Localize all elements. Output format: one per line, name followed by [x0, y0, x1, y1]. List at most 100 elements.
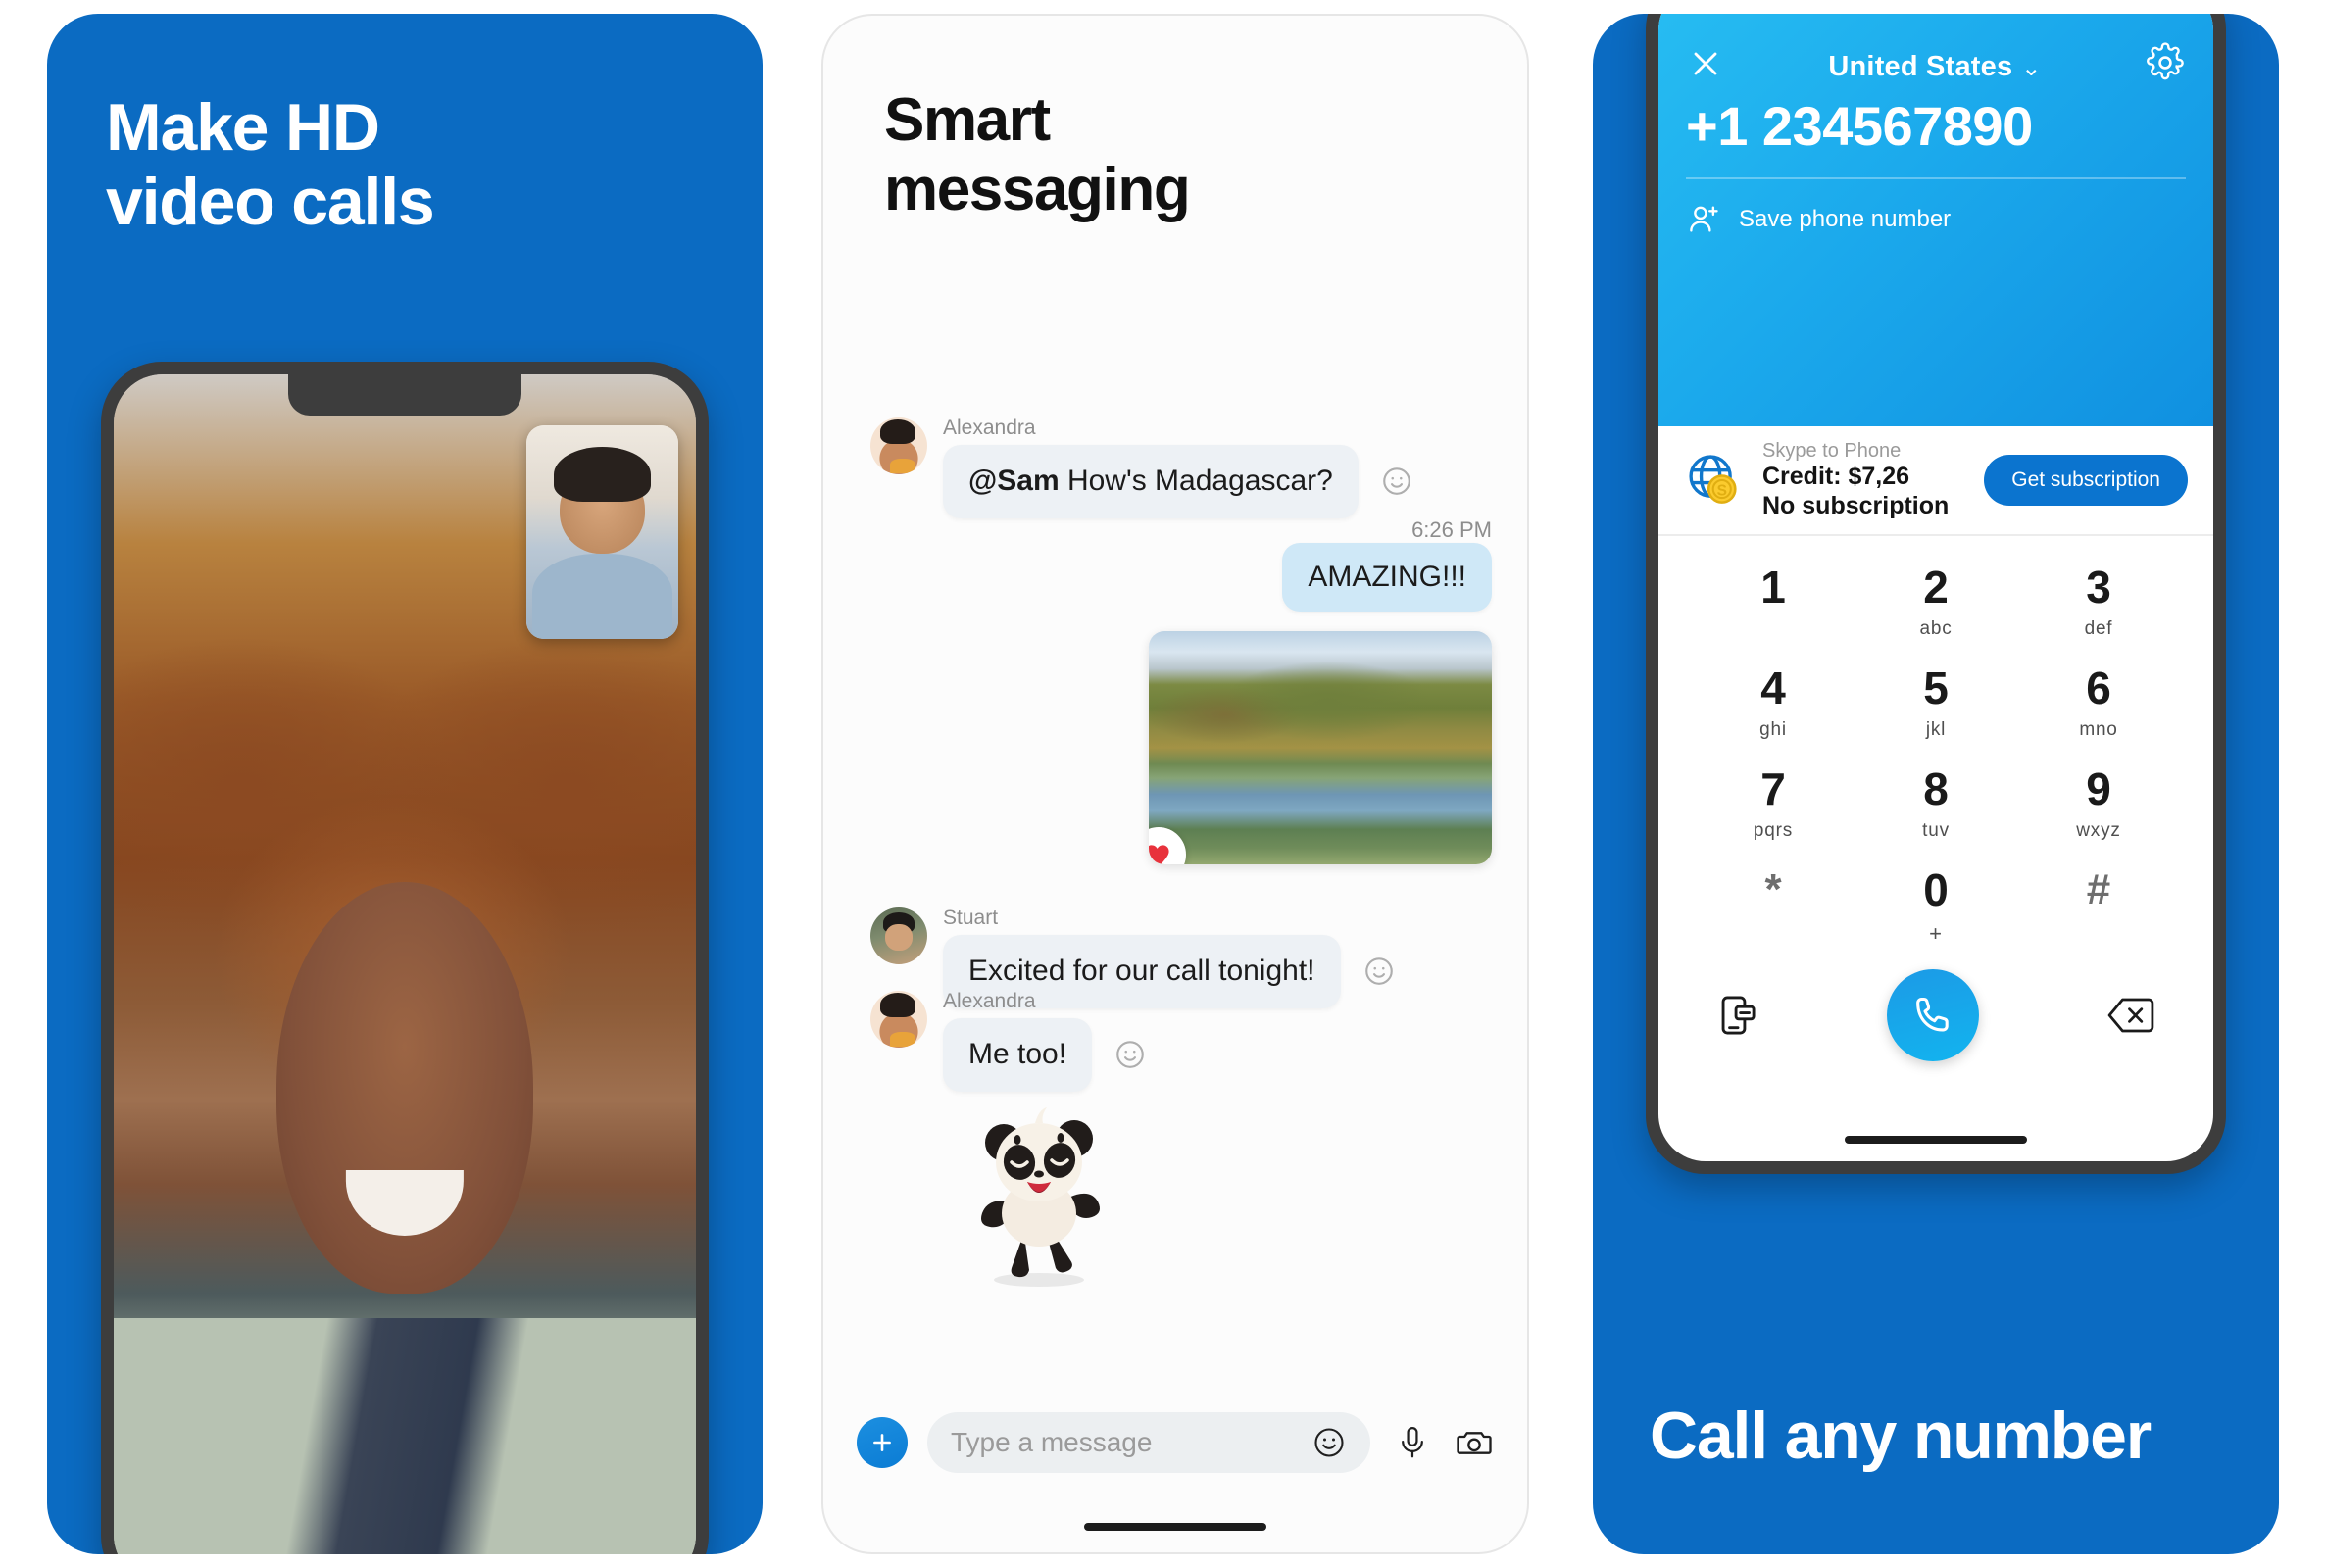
avatar[interactable]	[870, 417, 927, 474]
key-digit: 5	[1923, 662, 1949, 713]
message-bubble-outgoing[interactable]: AMAZING!!!	[1282, 543, 1492, 612]
self-hair-shape	[553, 446, 652, 503]
dialpad-key-9[interactable]: 9 wxyz	[2017, 752, 2180, 853]
smile-shape	[345, 1169, 465, 1237]
message-bubble[interactable]: @Sam How's Madagascar?	[943, 445, 1359, 518]
dialpad-key-2[interactable]: 2 abc	[1855, 550, 2017, 651]
message-input-placeholder: Type a message	[951, 1427, 1153, 1457]
message-bubble[interactable]: Me too!	[943, 1018, 1093, 1092]
key-digit: 0	[1923, 863, 1949, 915]
dancing-panda-sticker[interactable]	[941, 1094, 1137, 1290]
get-subscription-button[interactable]: Get subscription	[1984, 455, 2188, 506]
picture-in-picture-self-view[interactable]	[526, 425, 678, 639]
key-letters: wxyz	[2076, 819, 2121, 841]
microphone-icon[interactable]	[1394, 1424, 1431, 1461]
call-button[interactable]	[1887, 969, 1979, 1061]
key-letters: ghi	[1759, 718, 1787, 740]
dialpad-key-7[interactable]: 7 pqrs	[1692, 752, 1855, 853]
gear-icon[interactable]	[2145, 42, 2186, 83]
svg-text:S: S	[1717, 483, 1727, 500]
panel-video-calls: Make HD video calls	[47, 14, 763, 1554]
messaging-headline: Smart messaging	[884, 86, 1191, 223]
key-letters: abc	[1919, 617, 1953, 639]
phone-notch	[288, 374, 521, 416]
jacket-shape	[114, 1317, 696, 1554]
phone-number-display[interactable]: +1 234567890	[1686, 99, 2186, 179]
photo-thumbnail	[1149, 631, 1492, 864]
country-selector[interactable]: United States ⌄	[1725, 51, 2145, 83]
chevron-down-icon[interactable]: ⌄	[2021, 55, 2041, 81]
message-body: Alexandra Me too!	[943, 991, 1147, 1092]
globe-coin-icon: S	[1684, 450, 1745, 511]
dialpad-key-4[interactable]: 4 ghi	[1692, 651, 1855, 752]
key-letters: jkl	[1925, 718, 1947, 740]
dialpad: 1 2 abc 3 def 4 ghi 5 jkl 6 mno 7 pqrs 8…	[1658, 536, 2213, 954]
phone-screen-dialer: United States ⌄ +1 234567890 Save phone …	[1658, 14, 2213, 1161]
message-sender-name: Alexandra	[943, 990, 1036, 1012]
emoji-reaction-icon[interactable]	[1362, 955, 1396, 988]
camera-icon[interactable]	[1455, 1423, 1494, 1462]
emoji-icon[interactable]	[1311, 1425, 1347, 1460]
remote-participant-face	[276, 882, 533, 1294]
bubble-row: Me too!	[943, 1018, 1147, 1092]
dialpad-key-6[interactable]: 6 mno	[2017, 651, 2180, 752]
key-digit: #	[2086, 864, 2111, 913]
backspace-icon[interactable]	[2105, 994, 2156, 1037]
key-digit: 9	[2086, 762, 2111, 814]
emoji-reaction-icon[interactable]	[1380, 465, 1413, 498]
dialpad-key-5[interactable]: 5 jkl	[1855, 651, 2017, 752]
key-digit: 6	[2086, 662, 2111, 713]
country-label: United States	[1828, 51, 2013, 82]
message-timestamp: 6:26 PM	[1411, 517, 1492, 542]
save-phone-number-label: Save phone number	[1739, 206, 1952, 232]
phone-mockup-dialer: United States ⌄ +1 234567890 Save phone …	[1646, 14, 2226, 1174]
panel-call-any-number: United States ⌄ +1 234567890 Save phone …	[1593, 14, 2279, 1554]
self-shirt-shape	[532, 553, 672, 639]
key-letters: mno	[2079, 718, 2118, 740]
key-letters: def	[2084, 617, 2113, 639]
key-letters: pqrs	[1753, 819, 1794, 841]
add-contact-icon	[1686, 201, 1723, 238]
dialpad-key-star[interactable]: *	[1692, 853, 1855, 954]
save-phone-number-button[interactable]: Save phone number	[1686, 179, 2186, 238]
dialpad-key-8[interactable]: 8 tuv	[1855, 752, 2017, 853]
dialpad-key-0[interactable]: 0 +	[1855, 853, 2017, 954]
dialpad-key-hash[interactable]: #	[2017, 853, 2180, 954]
message-mention[interactable]: @Sam	[968, 465, 1060, 497]
app-store-screenshot-gallery: Make HD video calls Smart messaging Alex…	[0, 0, 2325, 1568]
message-sender-name: Alexandra	[943, 416, 1036, 439]
key-digit: 8	[1923, 762, 1949, 814]
avatar[interactable]	[870, 991, 927, 1048]
add-attachment-button[interactable]	[857, 1417, 908, 1468]
emoji-reaction-icon[interactable]	[1113, 1038, 1147, 1071]
message-composer: Type a message	[823, 1401, 1527, 1484]
message-row-incoming: Alexandra @Sam How's Madagascar?	[870, 417, 1413, 518]
self-video-feed	[526, 425, 678, 639]
message-input[interactable]: Type a message	[927, 1412, 1370, 1473]
dialer-header: United States ⌄ +1 234567890 Save phone …	[1658, 14, 2213, 426]
key-letters: +	[1929, 920, 1943, 946]
dialpad-key-3[interactable]: 3 def	[2017, 550, 2180, 651]
panel-smart-messaging: Smart messaging Alexandra @Sam How's Mad…	[821, 14, 1529, 1554]
credit-title: Skype to Phone	[1762, 439, 1902, 462]
message-photo-attachment[interactable]	[1149, 631, 1492, 864]
key-digit: 3	[2086, 561, 2111, 612]
key-digit: 1	[1760, 561, 1786, 612]
message-row-outgoing: AMAZING!!!	[1282, 543, 1492, 612]
key-digit: 4	[1760, 662, 1786, 713]
dialer-action-row	[1658, 954, 2213, 1061]
avatar[interactable]	[870, 907, 927, 964]
message-body: Alexandra @Sam How's Madagascar?	[943, 417, 1413, 518]
key-letters: tuv	[1922, 819, 1950, 841]
credit-amount: Credit: $7,26	[1762, 463, 1910, 491]
close-icon[interactable]	[1686, 44, 1725, 83]
message-sender-name: Stuart	[943, 906, 999, 929]
dialpad-key-1[interactable]: 1	[1692, 550, 1855, 651]
skype-credit-bar: S Skype to Phone Credit: $7,26 No subscr…	[1658, 426, 2213, 536]
call-any-number-headline: Call any number	[1650, 1398, 2152, 1473]
phone-mockup-video	[101, 362, 709, 1554]
subscription-status: No subscription	[1762, 491, 1950, 519]
chat-thread: Alexandra @Sam How's Madagascar? 6:26 PM…	[823, 417, 1527, 1400]
message-text: How's Madagascar?	[1059, 465, 1333, 497]
sms-icon[interactable]	[1715, 993, 1760, 1038]
